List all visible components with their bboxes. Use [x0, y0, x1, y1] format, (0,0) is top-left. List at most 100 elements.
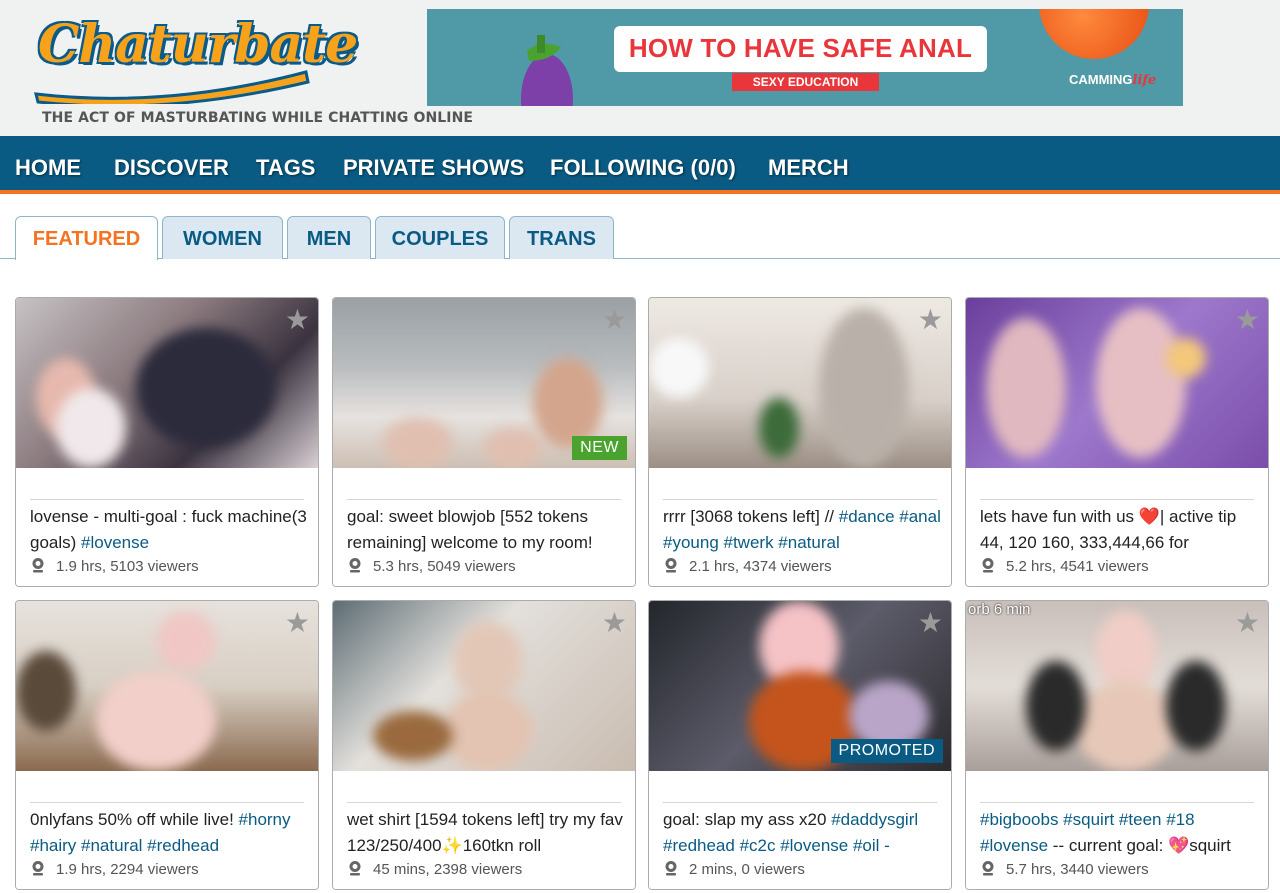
room-card[interactable]: ★ lovense - multi-goal : fuck machine(3 …	[15, 297, 319, 587]
favorite-star-icon[interactable]: ★	[285, 609, 310, 637]
tab-featured[interactable]: FEATURED	[15, 216, 158, 260]
room-thumbnail[interactable]: orb 6 min ★	[966, 601, 1268, 771]
room-subject: #bigboobs #squirt #teen #18 #lovense -- …	[980, 807, 1260, 859]
room-thumbnail[interactable]: ★	[16, 298, 318, 468]
room-username[interactable]	[347, 480, 621, 500]
room-badge: PROMOTED	[830, 739, 943, 763]
room-stats: 5.7 hrs, 3440 viewers	[980, 860, 1149, 878]
thumbnail-image	[649, 298, 951, 468]
room-thumbnail[interactable]: ★	[333, 601, 635, 771]
thumbnail-image	[16, 601, 318, 771]
favorite-star-icon[interactable]: ★	[602, 609, 627, 637]
site-header: Chaturbate THE ACT OF MASTURBATING WHILE…	[0, 0, 1280, 136]
favorite-star-icon[interactable]: ★	[1235, 609, 1260, 637]
room-stats: 1.9 hrs, 2294 viewers	[30, 860, 199, 878]
thumbnail-shape	[1096, 611, 1156, 691]
room-subject: wet shirt [1594 tokens left] try my fav …	[347, 807, 627, 859]
thumbnail-shape	[16, 651, 76, 731]
room-subject: goal: sweet blowjob [552 tokens remainin…	[347, 504, 627, 556]
favorite-star-icon[interactable]: ★	[918, 306, 943, 334]
room-username[interactable]	[663, 783, 937, 803]
room-username[interactable]	[30, 783, 304, 803]
nav-private-shows[interactable]: PRIVATE SHOWS	[343, 155, 524, 181]
room-info: rrrr [3068 tokens left] // #dance #anal …	[649, 468, 951, 586]
thumbnail-shape	[1166, 338, 1206, 378]
thumbnail-shape	[649, 338, 709, 398]
favorite-star-icon[interactable]: ★	[918, 609, 943, 637]
room-subject: lets have fun with us ❤️| active tip 44,…	[980, 504, 1260, 556]
chaturbate-logo[interactable]: Chaturbate	[16, 4, 358, 104]
room-badge: NEW	[572, 436, 627, 460]
room-thumbnail[interactable]: ★	[966, 298, 1268, 468]
room-time-viewers: 1.9 hrs, 2294 viewers	[56, 861, 199, 878]
banner-brand-a: CAMMING	[1069, 72, 1133, 87]
room-stats: 5.3 hrs, 5049 viewers	[347, 557, 516, 575]
room-card[interactable]: orb 6 min ★ #bigboobs #squirt #teen #18 …	[965, 600, 1269, 890]
thumbnail-shape	[1096, 308, 1186, 458]
nav-home[interactable]: HOME	[15, 155, 81, 181]
thumbnail-image	[966, 298, 1268, 468]
room-thumbnail[interactable]: ★ NEW	[333, 298, 635, 468]
room-info: #bigboobs #squirt #teen #18 #lovense -- …	[966, 771, 1268, 889]
room-time-viewers: 5.7 hrs, 3440 viewers	[1006, 861, 1149, 878]
thumbnail-shape	[96, 671, 216, 771]
room-card[interactable]: ★ 0nlyfans 50% off while live! #horny #h…	[15, 600, 319, 890]
thumbnail-shape	[986, 318, 1066, 458]
room-info: goal: sweet blowjob [552 tokens remainin…	[333, 468, 635, 586]
subject-text: 0nlyfans 50% off while live!	[30, 810, 239, 829]
webcam-icon	[982, 558, 994, 573]
room-thumbnail[interactable]: ★ PROMOTED	[649, 601, 951, 771]
webcam-icon	[32, 558, 44, 573]
room-username[interactable]	[663, 480, 937, 500]
room-stats: 1.9 hrs, 5103 viewers	[30, 557, 199, 575]
thumbnail-shape	[156, 611, 216, 671]
room-time-viewers: 2 mins, 0 viewers	[689, 861, 805, 878]
tab-women[interactable]: WOMEN	[162, 216, 283, 259]
favorite-star-icon[interactable]: ★	[1235, 306, 1260, 334]
webcam-icon	[32, 861, 44, 876]
room-username[interactable]	[347, 783, 621, 803]
room-card[interactable]: ★ PROMOTED goal: slap my ass x20 #daddys…	[648, 600, 952, 890]
subject-tags[interactable]: #lovense	[81, 533, 149, 552]
subject-text: lovense - multi-goal : fuck machine(3 go…	[30, 507, 307, 552]
room-info: wet shirt [1594 tokens left] try my fav …	[333, 771, 635, 889]
ad-banner[interactable]: HOW TO HAVE SAFE ANAL SEXY EDUCATION CAM…	[427, 9, 1183, 106]
favorite-star-icon[interactable]: ★	[285, 306, 310, 334]
room-time-viewers: 45 mins, 2398 viewers	[373, 861, 523, 878]
room-thumbnail[interactable]: ★	[649, 298, 951, 468]
room-card[interactable]: ★ lets have fun with us ❤️| active tip 4…	[965, 297, 1269, 587]
nav-merch[interactable]: MERCH	[768, 155, 849, 181]
room-username[interactable]	[30, 480, 304, 500]
site-tagline: THE ACT OF MASTURBATING WHILE CHATTING O…	[42, 110, 474, 126]
room-time-viewers: 5.3 hrs, 5049 viewers	[373, 558, 516, 575]
favorite-star-icon[interactable]: ★	[602, 306, 627, 334]
room-info: goal: slap my ass x20 #daddysgirl #redhe…	[649, 771, 951, 889]
nav-discover[interactable]: DISCOVER	[114, 155, 229, 181]
room-card[interactable]: ★ wet shirt [1594 tokens left] try my fa…	[332, 600, 636, 890]
main-nav: HOME DISCOVER TAGS PRIVATE SHOWS FOLLOWI…	[0, 136, 1280, 194]
tab-couples[interactable]: COUPLES	[375, 216, 505, 259]
thumbnail-shape	[443, 691, 533, 771]
tab-trans[interactable]: TRANS	[509, 216, 614, 259]
eggplant-icon	[521, 35, 573, 106]
webcam-icon	[982, 861, 994, 876]
subject-text: lets have fun with us ❤️| active tip 44,…	[980, 507, 1237, 552]
room-info: lovense - multi-goal : fuck machine(3 go…	[16, 468, 318, 586]
logo-swoosh-icon	[34, 70, 310, 104]
thumbnail-shape	[1076, 681, 1176, 771]
room-subject: rrrr [3068 tokens left] // #dance #anal …	[663, 504, 943, 556]
thumbnail-image	[16, 298, 318, 468]
room-username[interactable]	[980, 480, 1254, 500]
nav-tags[interactable]: TAGS	[256, 155, 315, 181]
thumbnail-shape	[373, 711, 453, 761]
room-username[interactable]	[980, 783, 1254, 803]
thumbnail-shape	[483, 428, 543, 468]
room-thumbnail[interactable]: ★	[16, 601, 318, 771]
thumbnail-shape	[819, 308, 909, 468]
room-subject: 0nlyfans 50% off while live! #horny #hai…	[30, 807, 310, 859]
nav-following[interactable]: FOLLOWING (0/0)	[550, 155, 736, 181]
room-card[interactable]: ★ NEW goal: sweet blowjob [552 tokens re…	[332, 297, 636, 587]
tab-men[interactable]: MEN	[287, 216, 371, 259]
room-card[interactable]: ★ rrrr [3068 tokens left] // #dance #ana…	[648, 297, 952, 587]
room-stats: 2.1 hrs, 4374 viewers	[663, 557, 832, 575]
